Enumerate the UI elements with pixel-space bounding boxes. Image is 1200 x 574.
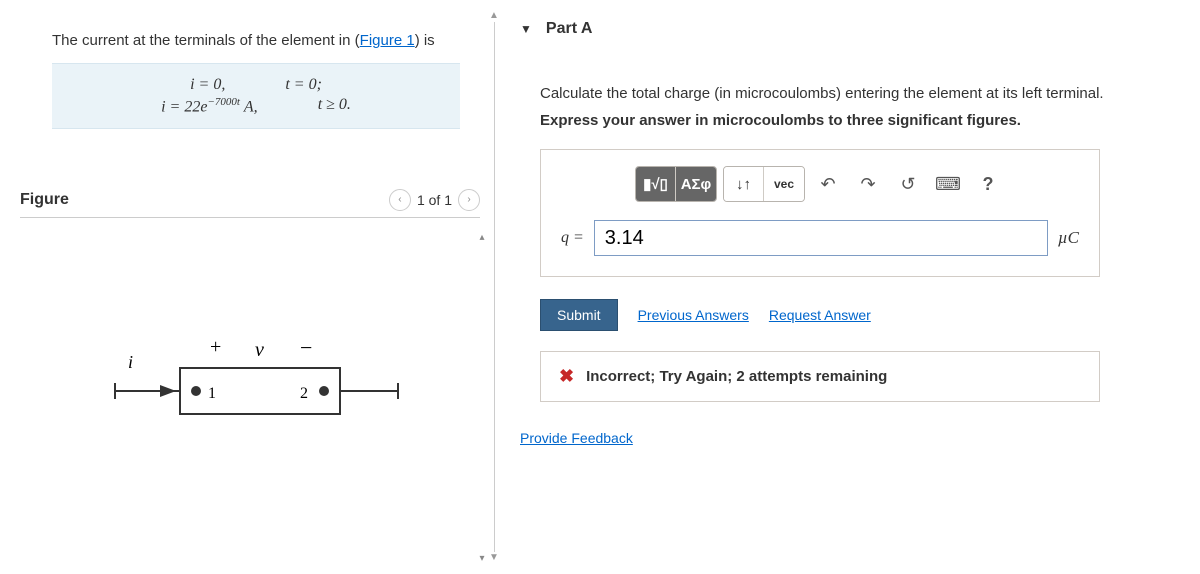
part-title: Part A [546,20,593,38]
request-answer-link[interactable]: Request Answer [769,307,871,323]
subsup-button[interactable]: ↓↑ [724,167,764,201]
redo-button[interactable]: ↷ [851,167,885,201]
svg-text:i: i [128,352,133,372]
figure-link[interactable]: Figure 1 [360,32,415,49]
keyboard-button[interactable]: ⌨ [931,167,965,201]
question-instruction: Express your answer in microcoulombs to … [540,112,1170,129]
answer-area: ▮√▯ ΑΣφ ↓↑ vec ↶ ↷ ↺ ⌨ ? q = µC [540,149,1100,277]
equation-toolbar: ▮√▯ ΑΣφ ↓↑ vec ↶ ↷ ↺ ⌨ ? [561,166,1079,202]
symbols-button[interactable]: ΑΣφ [676,167,716,201]
provide-feedback-link[interactable]: Provide Feedback [520,430,633,446]
feedback-banner: ✖ Incorrect; Try Again; 2 attempts remai… [540,351,1100,402]
help-button[interactable]: ? [971,167,1005,201]
figure-title: Figure [20,191,69,209]
pager-next[interactable]: › [458,189,480,211]
scroll-up-icon[interactable]: ▴ [476,232,488,243]
submit-button[interactable]: Submit [540,299,618,331]
templates-button[interactable]: ▮√▯ [636,167,676,201]
incorrect-icon: ✖ [559,366,574,387]
question-prompt: Calculate the total charge (in microcoul… [540,85,1170,102]
undo-button[interactable]: ↶ [811,167,845,201]
answer-variable: q = [561,229,584,247]
svg-text:−: − [300,335,312,360]
svg-text:+: + [210,336,221,358]
svg-text:1: 1 [208,385,216,402]
equation-block: i = 0, t = 0; i = 22e−7000t A, t ≥ 0. [52,63,460,129]
scroll-down-icon[interactable]: ▾ [476,553,488,564]
answer-unit: µC [1058,228,1079,248]
figure-pager: ‹ 1 of 1 › [389,189,480,211]
previous-answers-link[interactable]: Previous Answers [638,307,749,323]
pager-prev[interactable]: ‹ [389,189,411,211]
collapse-icon[interactable]: ▼ [520,22,532,36]
reset-button[interactable]: ↺ [891,167,925,201]
circuit-figure: i + v − 1 2 [60,298,440,458]
problem-statement: The current at the terminals of the elem… [52,30,460,53]
svg-text:2: 2 [300,385,308,402]
svg-text:v: v [255,339,264,361]
answer-input[interactable] [594,220,1048,256]
vec-button[interactable]: vec [764,167,804,201]
